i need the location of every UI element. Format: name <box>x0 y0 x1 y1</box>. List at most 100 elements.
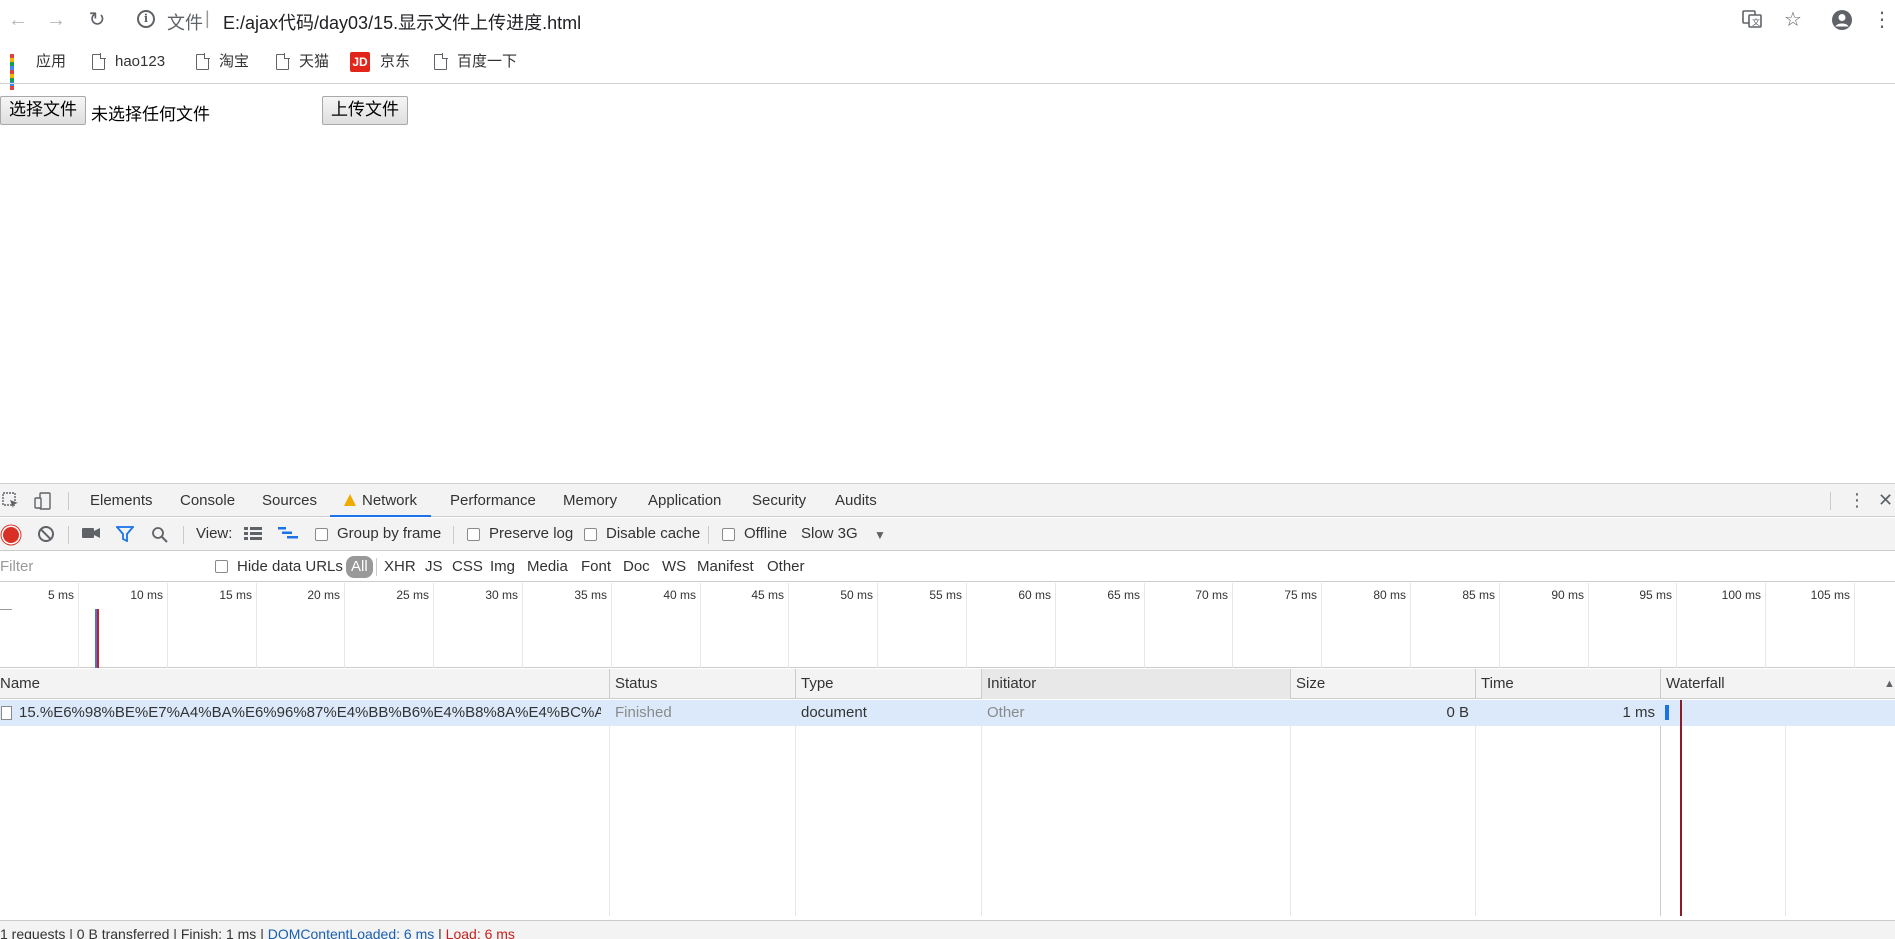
filter-type-ws[interactable]: WS <box>662 558 686 575</box>
back-arrow-icon[interactable]: ← <box>6 8 30 32</box>
filter-type-other[interactable]: Other <box>767 558 805 575</box>
row-time: 1 ms <box>1622 704 1655 721</box>
column-divider <box>981 726 982 916</box>
filter-type-xhr[interactable]: XHR <box>384 558 416 575</box>
filter-input[interactable]: Filter <box>0 558 33 575</box>
timeline-gridline <box>700 583 701 668</box>
chevron-down-icon[interactable]: ▼ <box>874 526 886 544</box>
bookmark-jd[interactable]: JD 京东 <box>350 52 411 73</box>
large-rows-icon[interactable] <box>244 526 262 545</box>
column-time[interactable]: Time <box>1475 669 1660 699</box>
timeline-gridline <box>788 583 789 668</box>
preserve-log-checkbox[interactable] <box>467 528 480 541</box>
tab-audits[interactable]: Audits <box>835 484 877 517</box>
more-options-icon[interactable]: ⋮ <box>1848 491 1866 509</box>
device-toolbar-icon[interactable] <box>34 492 52 515</box>
tab-sources[interactable]: Sources <box>262 484 317 517</box>
bookmark-label: 百度一下 <box>457 53 518 70</box>
upload-button[interactable]: 上传文件 <box>322 96 408 125</box>
timeline-tick-label: 5 ms <box>47 588 74 602</box>
filter-type-media[interactable]: Media <box>527 558 568 575</box>
filter-type-manifest[interactable]: Manifest <box>697 558 754 575</box>
account-icon[interactable] <box>1830 9 1854 31</box>
throttle-select[interactable]: Slow 3G <box>801 525 858 542</box>
timeline-gridline <box>966 583 967 668</box>
filter-funnel-icon[interactable] <box>115 526 135 547</box>
filter-bar: Filter Hide data URLs All XHR JS CSS Img… <box>0 552 1895 582</box>
column-name[interactable]: Name <box>0 669 609 699</box>
bookmark-label: 京东 <box>380 53 411 70</box>
tab-elements[interactable]: Elements <box>90 484 153 517</box>
column-divider <box>1785 726 1786 916</box>
choose-file-button[interactable]: 选择文件 <box>0 96 86 125</box>
jd-logo-icon: JD <box>350 52 370 73</box>
page-icon <box>434 53 448 71</box>
sort-ascending-icon[interactable]: ▲ <box>1884 675 1895 693</box>
offline-checkbox[interactable] <box>722 528 735 541</box>
column-status[interactable]: Status <box>609 669 795 699</box>
column-waterfall[interactable]: Waterfall <box>1660 669 1895 699</box>
column-initiator[interactable]: Initiator <box>981 669 1290 699</box>
close-devtools-icon[interactable]: ✕ <box>1878 491 1893 509</box>
timeline-gridline <box>611 583 612 668</box>
bookmark-label: 应用 <box>36 53 67 70</box>
filter-type-doc[interactable]: Doc <box>623 558 650 575</box>
timeline-gridline <box>1410 583 1411 668</box>
capture-screenshots-icon[interactable] <box>82 526 100 545</box>
group-by-frame-checkbox[interactable] <box>315 528 328 541</box>
bookmark-label: hao123 <box>115 53 166 70</box>
disable-cache-checkbox[interactable] <box>584 528 597 541</box>
timeline-tick-label: 105 ms <box>1810 588 1850 602</box>
bookmark-taobao[interactable]: 淘宝 <box>196 52 249 72</box>
forward-arrow-icon[interactable]: → <box>44 8 68 32</box>
filter-type-js[interactable]: JS <box>425 558 443 575</box>
tab-security[interactable]: Security <box>752 484 806 517</box>
filter-type-font[interactable]: Font <box>581 558 611 575</box>
column-size[interactable]: Size <box>1290 669 1475 699</box>
row-name: 15.%E6%98%BE%E7%A4%BA%E6%96%87%E4%BB%B6%… <box>19 704 601 721</box>
summary-load: Load: 6 ms <box>445 926 515 939</box>
timeline-gridline <box>1055 583 1056 668</box>
clear-icon[interactable] <box>38 526 54 542</box>
toolbar-separator <box>68 526 69 544</box>
tab-performance[interactable]: Performance <box>450 484 536 517</box>
timeline-gridline <box>1232 583 1233 668</box>
hide-data-urls-checkbox[interactable] <box>215 560 228 573</box>
network-toolbar: View: Group by frame Preserve log Disabl… <box>0 518 1895 551</box>
filter-type-css[interactable]: CSS <box>452 558 483 575</box>
tab-network[interactable]: Network <box>330 484 432 517</box>
search-icon[interactable] <box>151 526 168 548</box>
summary-separator: | <box>69 926 77 939</box>
timeline-tick-label: 40 ms <box>663 588 696 602</box>
bookmarks-bar: 应用 hao123 淘宝 天猫 JD 京东 百度一下 <box>0 46 1895 91</box>
timeline-gridline <box>1321 583 1322 668</box>
table-row[interactable]: 15.%E6%98%BE%E7%A4%BA%E6%96%87%E4%BB%B6%… <box>0 700 1895 726</box>
column-divider <box>1290 726 1291 916</box>
url-text[interactable]: E:/ajax代码/day03/15.显示文件上传进度.html <box>223 9 581 35</box>
timeline-gridline <box>433 583 434 668</box>
filter-type-all[interactable]: All <box>346 556 373 578</box>
column-type[interactable]: Type <box>795 669 981 699</box>
filter-type-img[interactable]: Img <box>490 558 515 575</box>
column-divider <box>609 726 610 916</box>
record-icon[interactable] <box>3 527 19 543</box>
bookmark-star-icon[interactable]: ☆ <box>1781 9 1805 31</box>
network-overview-timeline[interactable]: 5 ms 10 ms 15 ms 20 ms 25 ms 30 ms 35 ms 40 ms 4… <box>0 583 1895 668</box>
inspect-element-icon[interactable] <box>2 492 20 515</box>
apps-grid-icon <box>10 54 26 91</box>
reload-icon[interactable]: ↻ <box>85 8 109 32</box>
info-icon[interactable]: i <box>137 10 155 28</box>
row-size: 0 B <box>1446 704 1469 721</box>
timeline-tick-label: 70 ms <box>1195 588 1228 602</box>
tab-memory[interactable]: Memory <box>563 484 617 517</box>
waterfall-view-icon[interactable] <box>278 526 298 545</box>
tab-application[interactable]: Application <box>648 484 721 517</box>
timeline-gridline <box>256 583 257 668</box>
bookmark-baidu[interactable]: 百度一下 <box>434 52 517 72</box>
bookmark-tmall[interactable]: 天猫 <box>276 52 329 72</box>
translate-icon[interactable]: 文 <box>1740 9 1764 31</box>
tab-console[interactable]: Console <box>180 484 235 517</box>
bookmark-apps[interactable]: 应用 <box>10 52 67 91</box>
menu-dots-icon[interactable]: ⋮ <box>1870 9 1894 31</box>
bookmark-hao123[interactable]: hao123 <box>92 52 165 72</box>
